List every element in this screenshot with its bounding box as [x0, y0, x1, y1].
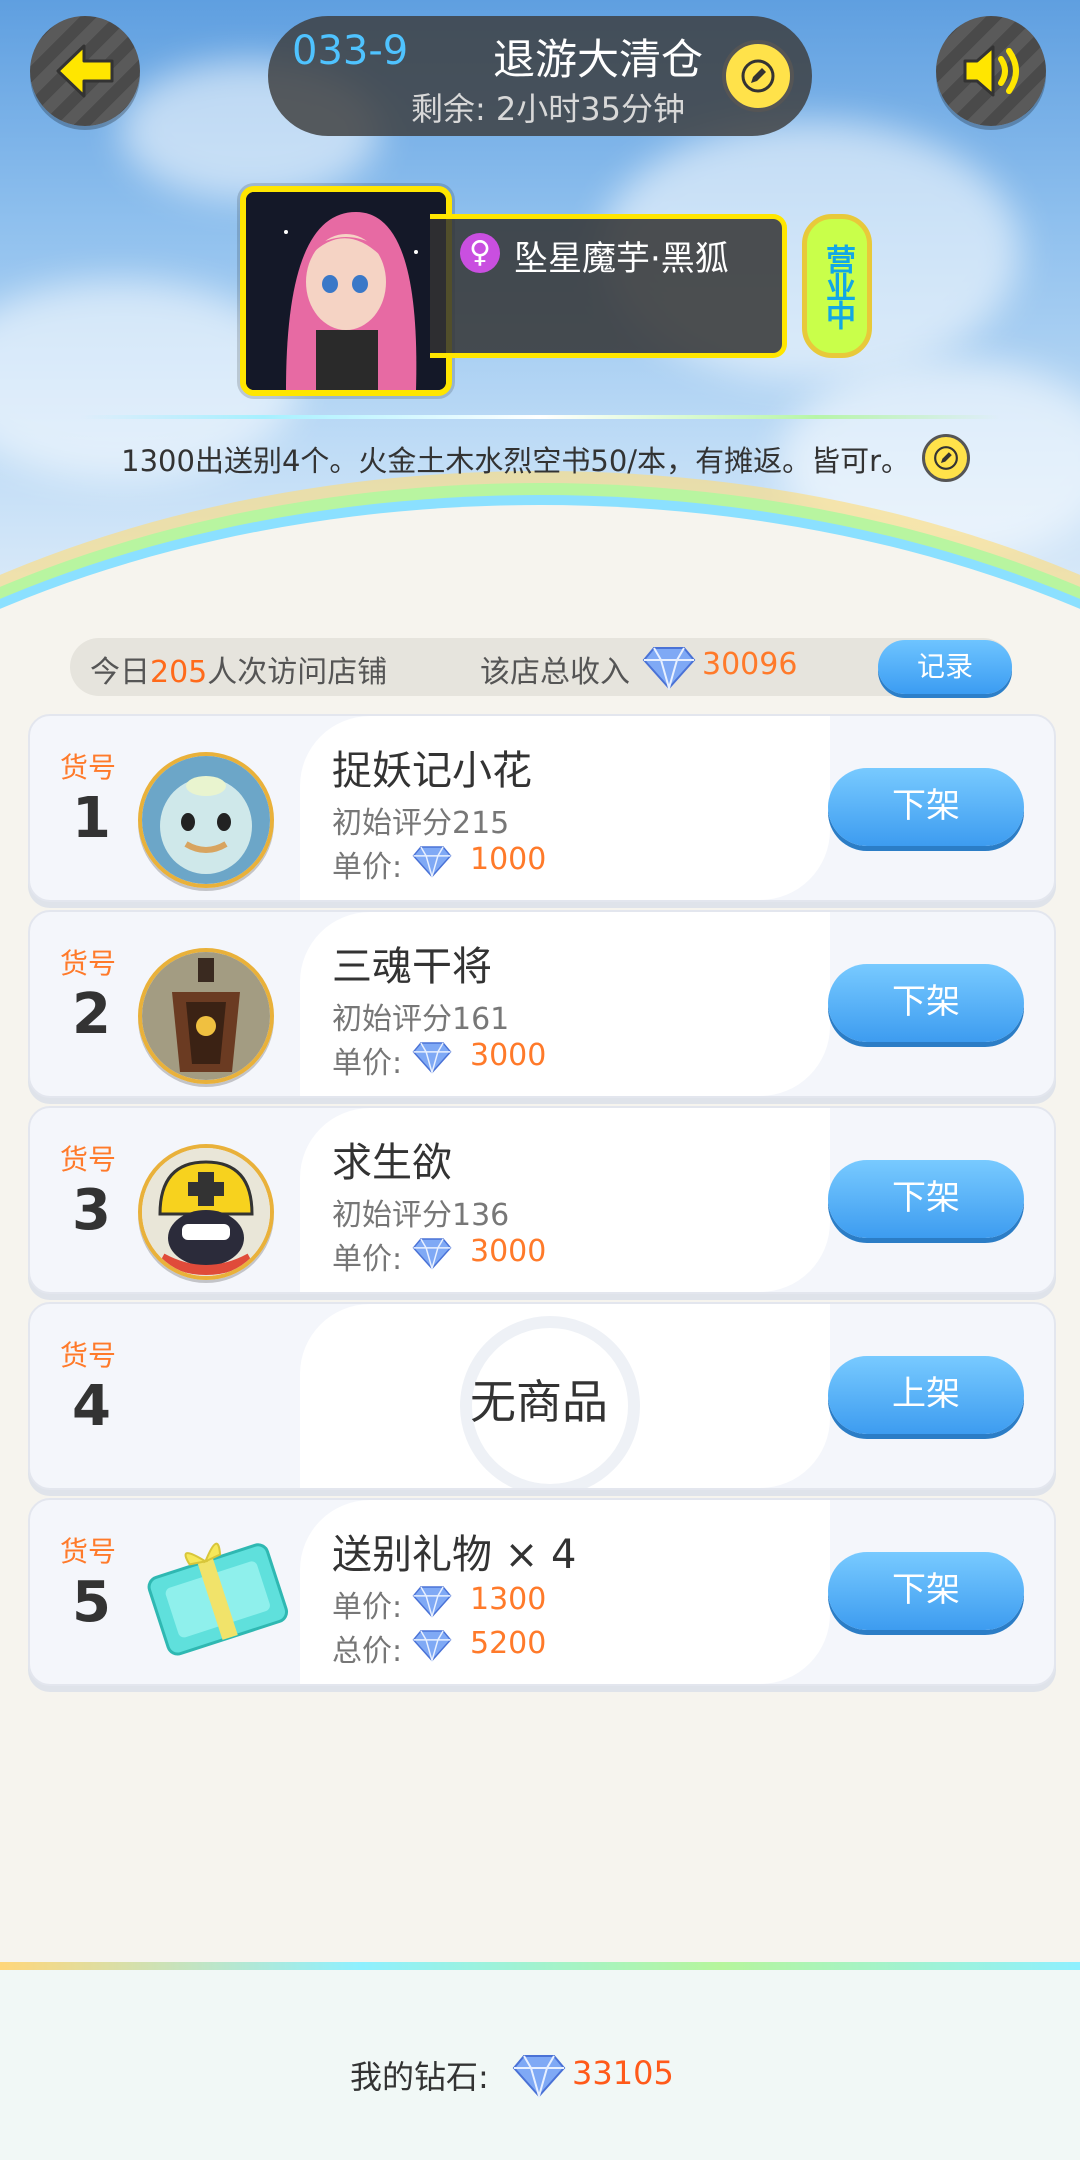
speaker-icon [963, 45, 1019, 97]
item-name: 求生欲 [332, 1140, 452, 1186]
item-price: 3000 [470, 1234, 547, 1269]
footer-panel: 我的钻石: 33105 [0, 1970, 1080, 2160]
item-price-line: 单价: [332, 1038, 402, 1082]
diamond-icon [412, 846, 452, 878]
shop-slot-2: 货号 2 三魂干将 初始评分161 单价: 3000 下架 [28, 910, 1056, 1098]
shop-slot-3: 货号 3 求生欲 初始评分136 单价: 3000 下架 [28, 1106, 1056, 1294]
shop-slot-1: 货号 1 捉妖记小花 初始评分215 单价: 1000 下架 [28, 714, 1056, 902]
list-item-button[interactable]: 上架 [828, 1356, 1024, 1434]
visits-prefix: 今日 [90, 655, 150, 690]
item-name: 三魂干将 [332, 944, 492, 990]
price-label: 单价: [332, 850, 403, 885]
item-name: 捉妖记小花 [332, 748, 532, 794]
shop-title-panel: 033-9 退游大清仓 剩余: 2小时35分钟 [268, 16, 812, 136]
divider [80, 415, 1000, 419]
diamond-icon [642, 647, 696, 690]
item-price: 1300 [470, 1582, 547, 1617]
item-initial-score: 初始评分136 [332, 1198, 510, 1233]
slot-number: 4 [72, 1374, 111, 1439]
back-button[interactable] [30, 16, 140, 126]
item-price-line: 单价: [332, 842, 402, 886]
diamond-icon [412, 1630, 452, 1662]
unlist-button[interactable]: 下架 [828, 768, 1024, 846]
shop-slot-5: 货号 5 送别礼物 × 4 单价: 1300 总价: 5200 下架 [28, 1498, 1056, 1686]
hardhat-character-icon [142, 1148, 270, 1276]
edit-notice-button[interactable] [922, 434, 970, 482]
my-diamonds-label: 我的钻石: [350, 2058, 489, 2096]
price-label: 单价: [332, 1242, 403, 1277]
shop-stats-bar: 今日205人次访问店铺 该店总收入 30096 记录 [70, 638, 1012, 696]
price-label: 单价: [332, 1046, 403, 1081]
host-avatar[interactable] [240, 186, 452, 396]
remaining-time: 剩余: 2小时35分钟 [410, 90, 686, 128]
item-price-line: 单价: [332, 1234, 402, 1278]
shop-slot-4: 货号 4 无商品 上架 [28, 1302, 1056, 1490]
edit-shop-name-button[interactable] [722, 40, 794, 112]
pencil-icon [741, 59, 775, 93]
my-diamonds: 我的钻石: [350, 2052, 489, 2098]
host-name: 坠星魔芋·黑狐 [514, 239, 729, 279]
back-arrow-icon [56, 44, 114, 98]
slot-number: 2 [72, 982, 111, 1047]
item-initial-score: 初始评分215 [332, 806, 510, 841]
diamond-icon [512, 2055, 566, 2098]
weapon-icon [142, 952, 270, 1080]
slot-number-label: 货号 [60, 1339, 117, 1372]
record-button[interactable]: 记录 [878, 640, 1012, 694]
income-value: 30096 [702, 647, 798, 682]
item-price: 3000 [470, 1038, 547, 1073]
slot-number: 1 [72, 786, 111, 851]
slot-number-label: 货号 [60, 1535, 117, 1568]
visits-text: 今日205人次访问店铺 [90, 647, 387, 691]
item-icon-survivor[interactable] [138, 1144, 274, 1280]
diamond-icon [412, 1586, 452, 1618]
pet-icon [142, 756, 270, 884]
avatar-image [246, 192, 446, 390]
slot-number-label: 货号 [60, 947, 117, 980]
diamond-icon [412, 1042, 452, 1074]
shop-notice: 1300出送别4个。火金土木水烈空书50/本，有摊返。皆可r。 [121, 444, 910, 478]
slot-number-label: 货号 [60, 1143, 117, 1176]
total-label: 总价: [332, 1634, 403, 1669]
unlist-button[interactable]: 下架 [828, 1160, 1024, 1238]
item-icon-pet-flower[interactable] [138, 752, 274, 888]
slot-number: 3 [72, 1178, 111, 1243]
my-diamonds-value: 33105 [572, 2054, 674, 2092]
item-price-line: 单价: [332, 1582, 402, 1626]
unlist-button[interactable]: 下架 [828, 1552, 1024, 1630]
footer-divider [0, 1962, 1080, 1970]
shop-code: 033-9 [292, 28, 409, 74]
host-name-plate: ♀ 坠星魔芋·黑狐 [430, 214, 787, 358]
pencil-icon [934, 446, 958, 470]
slot-number-label: 货号 [60, 751, 117, 784]
item-total-line: 总价: [332, 1626, 402, 1670]
status-badge: 营业中 [802, 214, 872, 358]
diamond-icon [412, 1238, 452, 1270]
unlist-button[interactable]: 下架 [828, 964, 1024, 1042]
shop-name: 退游大清仓 [492, 35, 703, 84]
visits-suffix: 人次访问店铺 [207, 655, 388, 690]
item-initial-score: 初始评分161 [332, 1002, 510, 1037]
item-icon-gift[interactable] [140, 1524, 290, 1664]
item-total: 5200 [470, 1626, 547, 1661]
gift-box-icon [147, 1542, 289, 1656]
slot-number: 5 [72, 1570, 111, 1635]
empty-slot-text: 无商品 [470, 1375, 608, 1429]
female-icon: ♀ [460, 233, 500, 273]
item-icon-weapon[interactable] [138, 948, 274, 1084]
visits-count: 205 [150, 655, 208, 690]
item-price: 1000 [470, 842, 547, 877]
price-label: 单价: [332, 1590, 403, 1625]
income-label: 该店总收入 [480, 655, 630, 690]
sound-button[interactable] [936, 16, 1046, 126]
item-name: 送别礼物 × 4 [332, 1532, 577, 1578]
